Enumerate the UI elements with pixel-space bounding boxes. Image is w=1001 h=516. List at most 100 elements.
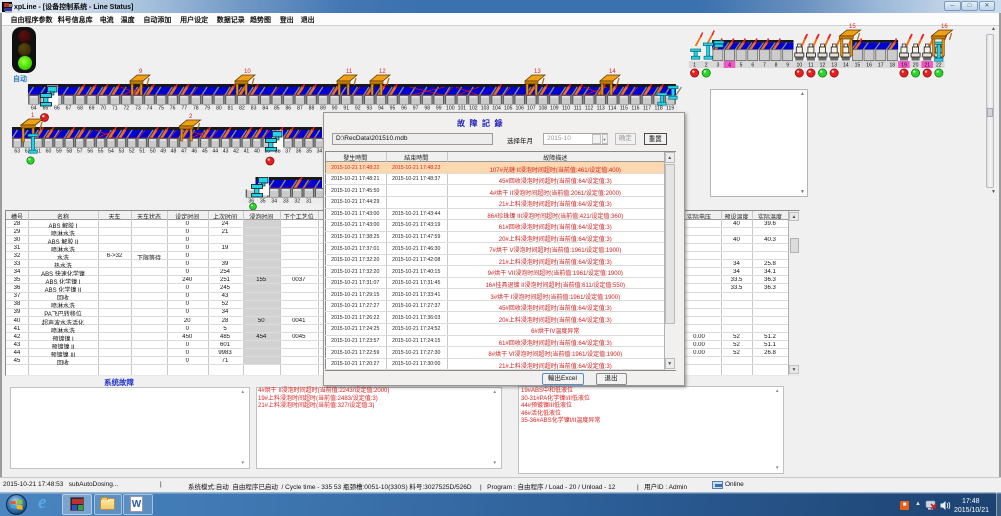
svg-text:70: 70 [100, 106, 106, 112]
svg-text:40: 40 [254, 149, 260, 155]
svg-text:16: 16 [866, 63, 872, 69]
svg-text:104: 104 [492, 106, 501, 112]
svg-text:117: 117 [643, 106, 651, 112]
svg-text:15: 15 [855, 63, 861, 69]
svg-text:7: 7 [763, 63, 766, 69]
svg-text:5: 5 [740, 63, 743, 69]
svg-text:82: 82 [239, 106, 245, 112]
svg-text:31: 31 [306, 199, 312, 205]
svg-text:119: 119 [666, 106, 674, 112]
svg-text:44: 44 [212, 149, 218, 155]
svg-text:112: 112 [585, 106, 593, 112]
svg-text:108: 108 [539, 106, 548, 112]
svg-text:51: 51 [139, 149, 145, 155]
svg-text:14: 14 [609, 69, 616, 75]
svg-text:48: 48 [171, 149, 177, 155]
svg-text:102: 102 [469, 106, 478, 112]
svg-text:77: 77 [181, 106, 187, 112]
svg-text:63: 63 [14, 149, 20, 155]
svg-text:12: 12 [379, 69, 386, 75]
svg-text:71: 71 [112, 106, 118, 112]
svg-text:79: 79 [204, 106, 210, 112]
svg-text:68: 68 [77, 106, 83, 112]
svg-text:10: 10 [796, 63, 802, 69]
svg-text:103: 103 [481, 106, 490, 112]
svg-text:78: 78 [193, 106, 199, 112]
svg-text:13: 13 [831, 63, 837, 69]
svg-text:52: 52 [129, 149, 135, 155]
svg-text:84: 84 [262, 106, 268, 112]
svg-text:90: 90 [332, 106, 338, 112]
svg-text:57: 57 [77, 149, 83, 155]
svg-text:83: 83 [251, 106, 257, 112]
svg-text:20: 20 [913, 63, 919, 69]
svg-text:17: 17 [878, 63, 884, 69]
svg-text:99: 99 [436, 106, 442, 112]
svg-text:91: 91 [343, 106, 349, 112]
svg-text:75: 75 [158, 106, 164, 112]
svg-text:3: 3 [716, 63, 719, 69]
svg-text:96: 96 [401, 106, 407, 112]
svg-text:92: 92 [355, 106, 361, 112]
svg-text:11: 11 [346, 69, 353, 75]
svg-text:115: 115 [620, 106, 628, 112]
svg-text:94: 94 [378, 106, 384, 112]
svg-text:34: 34 [271, 199, 277, 205]
svg-text:88: 88 [309, 106, 315, 112]
svg-text:107: 107 [527, 106, 536, 112]
svg-text:101: 101 [458, 106, 467, 112]
svg-text:14: 14 [843, 63, 849, 69]
svg-text:95: 95 [390, 106, 396, 112]
svg-text:66: 66 [54, 106, 60, 112]
svg-text:47: 47 [181, 149, 187, 155]
svg-text:72: 72 [123, 106, 129, 112]
svg-text:37: 37 [285, 149, 291, 155]
svg-text:80: 80 [216, 106, 222, 112]
svg-text:114: 114 [608, 106, 616, 112]
svg-text:42: 42 [233, 149, 239, 155]
svg-text:111: 111 [574, 106, 582, 112]
svg-text:18: 18 [889, 63, 895, 69]
svg-text:59: 59 [56, 149, 62, 155]
svg-text:64: 64 [31, 106, 37, 112]
svg-text:45: 45 [202, 149, 208, 155]
svg-text:86: 86 [285, 106, 291, 112]
svg-text:41: 41 [244, 149, 250, 155]
svg-text:97: 97 [413, 106, 419, 112]
svg-text:118: 118 [655, 106, 663, 112]
svg-text:74: 74 [147, 106, 153, 112]
svg-text:50: 50 [150, 149, 156, 155]
svg-text:10: 10 [244, 69, 251, 75]
svg-text:1: 1 [693, 63, 696, 69]
svg-text:109: 109 [550, 106, 559, 112]
svg-text:85: 85 [274, 106, 280, 112]
svg-text:76: 76 [170, 106, 176, 112]
svg-text:73: 73 [135, 106, 141, 112]
svg-text:1: 1 [31, 113, 35, 119]
svg-text:33: 33 [283, 199, 289, 205]
svg-text:69: 69 [89, 106, 95, 112]
svg-text:4: 4 [728, 63, 731, 69]
svg-text:16: 16 [941, 24, 948, 30]
svg-text:11: 11 [808, 63, 813, 69]
svg-text:54: 54 [108, 149, 114, 155]
svg-text:93: 93 [366, 106, 372, 112]
svg-text:49: 49 [160, 149, 166, 155]
svg-text:46: 46 [191, 149, 197, 155]
svg-text:19: 19 [901, 63, 907, 69]
svg-text:36: 36 [296, 149, 302, 155]
svg-text:21: 21 [924, 63, 930, 69]
svg-text:22: 22 [936, 63, 942, 69]
svg-text:100: 100 [446, 106, 455, 112]
svg-text:56: 56 [87, 149, 93, 155]
svg-text:35: 35 [306, 149, 312, 155]
svg-text:60: 60 [46, 149, 52, 155]
svg-text:98: 98 [424, 106, 430, 112]
svg-text:55: 55 [98, 149, 104, 155]
svg-text:2: 2 [189, 114, 193, 120]
svg-text:32: 32 [294, 199, 300, 205]
svg-text:15: 15 [849, 24, 856, 30]
svg-text:58: 58 [66, 149, 72, 155]
svg-text:9: 9 [139, 69, 143, 75]
svg-text:43: 43 [223, 149, 229, 155]
